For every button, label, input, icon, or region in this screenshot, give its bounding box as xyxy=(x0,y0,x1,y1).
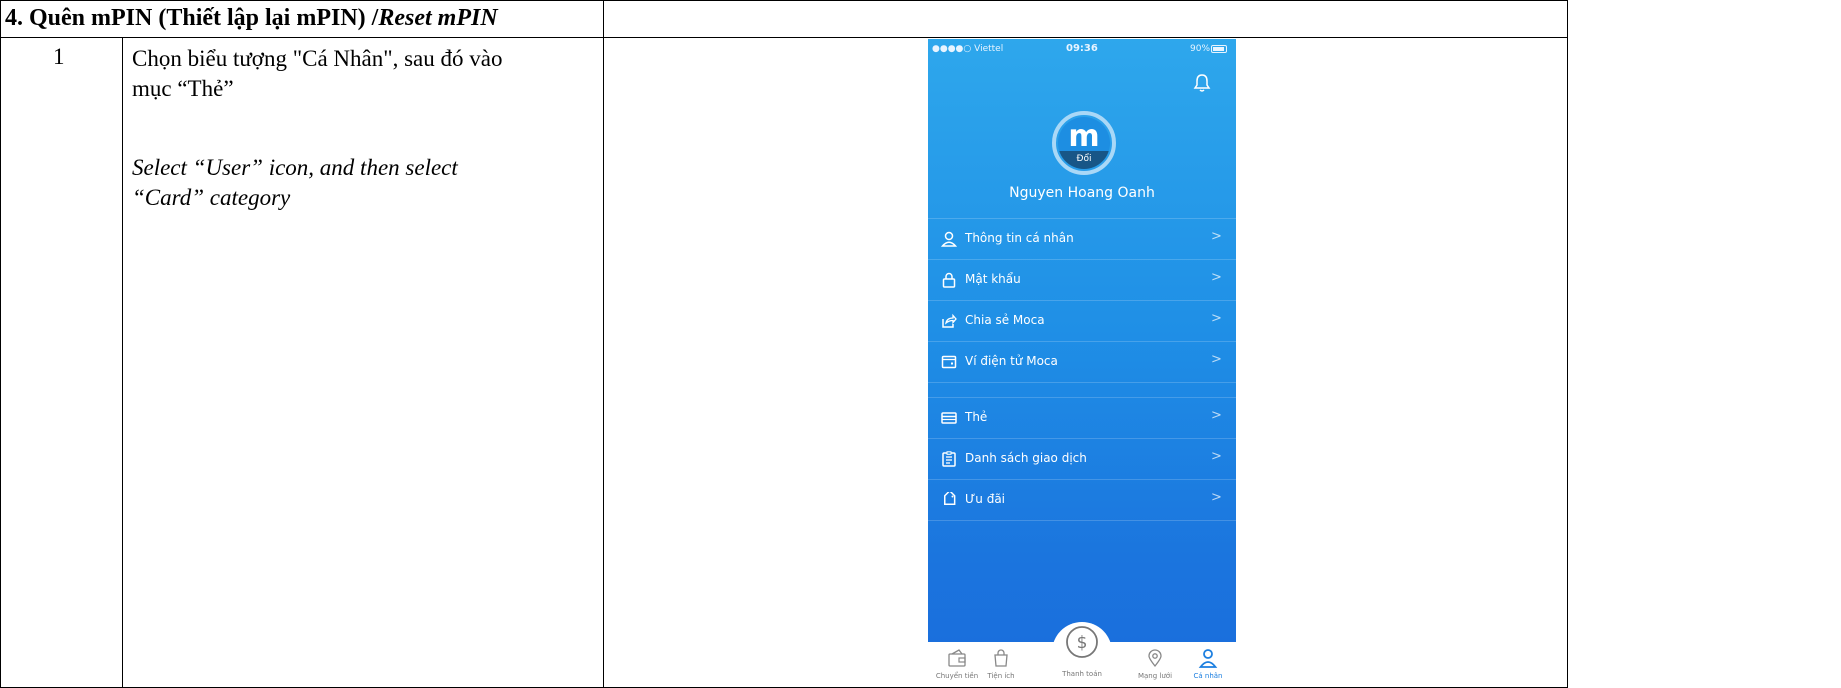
profile-menu: Thông tin cá nhân > Mật khẩu > Chia sẻ M… xyxy=(928,218,1236,383)
menu-item-label: Chia sẻ Moca xyxy=(965,313,1045,327)
menu-item-label: Danh sách giao dịch xyxy=(965,451,1087,465)
phone-screenshot: ●●●●○ Viettel 09:36 90% m Đổi Nguyen Hoa… xyxy=(928,39,1236,686)
tab-network[interactable]: Mạng lưới xyxy=(1130,648,1180,680)
instruction-table: 4. Quên mPIN (Thiết lập lại mPIN) /Reset… xyxy=(0,0,1841,688)
section-title-english: Reset mPIN xyxy=(378,5,498,31)
transfer-icon xyxy=(948,649,966,667)
tab-label: Cá nhân xyxy=(1193,672,1223,680)
location-icon xyxy=(1148,649,1162,668)
tab-label: Thanh toán xyxy=(1062,670,1102,678)
services-menu: Thẻ > Danh sách giao dịch > Ưu đãi > xyxy=(928,397,1236,521)
user-icon xyxy=(1198,649,1218,668)
tab-payment[interactable]: $ Thanh toán xyxy=(1057,625,1107,678)
step-number-cell: 1 xyxy=(0,37,123,688)
chevron-right-icon: > xyxy=(1211,408,1222,423)
bag-icon xyxy=(994,649,1008,667)
dollar-icon: $ xyxy=(1066,626,1098,658)
tab-label: Tiện ích xyxy=(987,672,1015,680)
chevron-right-icon: > xyxy=(1211,449,1222,464)
tab-label: Mạng lưới xyxy=(1137,672,1173,680)
menu-item-personal-info[interactable]: Thông tin cá nhân > xyxy=(928,219,1236,260)
carrier-label: ●●●●○ Viettel xyxy=(932,44,1004,54)
user-icon xyxy=(941,231,957,247)
battery-percent: 90% xyxy=(1190,44,1211,54)
menu-item-transaction-list[interactable]: Danh sách giao dịch > xyxy=(928,439,1236,480)
menu-item-label: Mật khẩu xyxy=(965,272,1021,286)
step-text-english: Select “User” icon, and then select “Car… xyxy=(132,155,458,210)
card-icon xyxy=(941,412,957,424)
tab-utilities[interactable]: Tiện ích xyxy=(976,648,1026,680)
menu-item-label: Ưu đãi xyxy=(965,492,1006,506)
battery-icon xyxy=(1211,45,1227,53)
section-header-empty-cell xyxy=(603,0,1568,38)
menu-item-label: Thông tin cá nhân xyxy=(965,231,1074,245)
lock-icon xyxy=(942,272,956,288)
step-number: 1 xyxy=(53,44,65,69)
tab-personal[interactable]: Cá nhân xyxy=(1183,648,1233,680)
chevron-right-icon: > xyxy=(1211,352,1222,367)
menu-item-moca-wallet[interactable]: Ví điện tử Moca > xyxy=(928,342,1236,383)
bell-icon[interactable] xyxy=(1193,73,1211,93)
tag-icon xyxy=(944,492,956,505)
clock: 09:36 xyxy=(1066,43,1098,54)
menu-item-label: Thẻ xyxy=(965,410,988,424)
status-bar: ●●●●○ Viettel 09:36 90% xyxy=(928,39,1236,59)
menu-item-card[interactable]: Thẻ > xyxy=(928,398,1236,439)
section-title: 4. Quên mPIN (Thiết lập lại mPIN) /Reset… xyxy=(5,5,498,31)
menu-item-offers[interactable]: Ưu đãi > xyxy=(928,480,1236,521)
avatar-change-button[interactable]: Đổi xyxy=(1058,151,1110,169)
step-text-vietnamese: Chọn biểu tượng "Cá Nhân", sau đó vào mụ… xyxy=(132,46,503,101)
avatar[interactable]: m Đổi xyxy=(1058,117,1110,169)
share-icon xyxy=(942,313,957,328)
menu-item-password[interactable]: Mật khẩu > xyxy=(928,260,1236,301)
chevron-right-icon: > xyxy=(1211,311,1222,326)
wallet-icon xyxy=(941,355,957,369)
tab-label: Chuyển tiền xyxy=(935,672,979,680)
section-header-cell: 4. Quên mPIN (Thiết lập lại mPIN) /Reset… xyxy=(0,0,604,38)
user-name: Nguyen Hoang Oanh xyxy=(1009,185,1155,201)
chevron-right-icon: > xyxy=(1211,490,1222,505)
chevron-right-icon: > xyxy=(1211,229,1222,244)
list-icon xyxy=(942,451,956,467)
menu-item-label: Ví điện tử Moca xyxy=(965,354,1058,368)
chevron-right-icon: > xyxy=(1211,270,1222,285)
menu-item-share-moca[interactable]: Chia sẻ Moca > xyxy=(928,301,1236,342)
step-description-cell: Chọn biểu tượng "Cá Nhân", sau đó vào mụ… xyxy=(122,37,604,688)
svg-text:$: $ xyxy=(1077,633,1088,653)
tab-transfer[interactable]: Chuyển tiền xyxy=(932,648,982,680)
avatar-logo: m xyxy=(1068,119,1100,154)
